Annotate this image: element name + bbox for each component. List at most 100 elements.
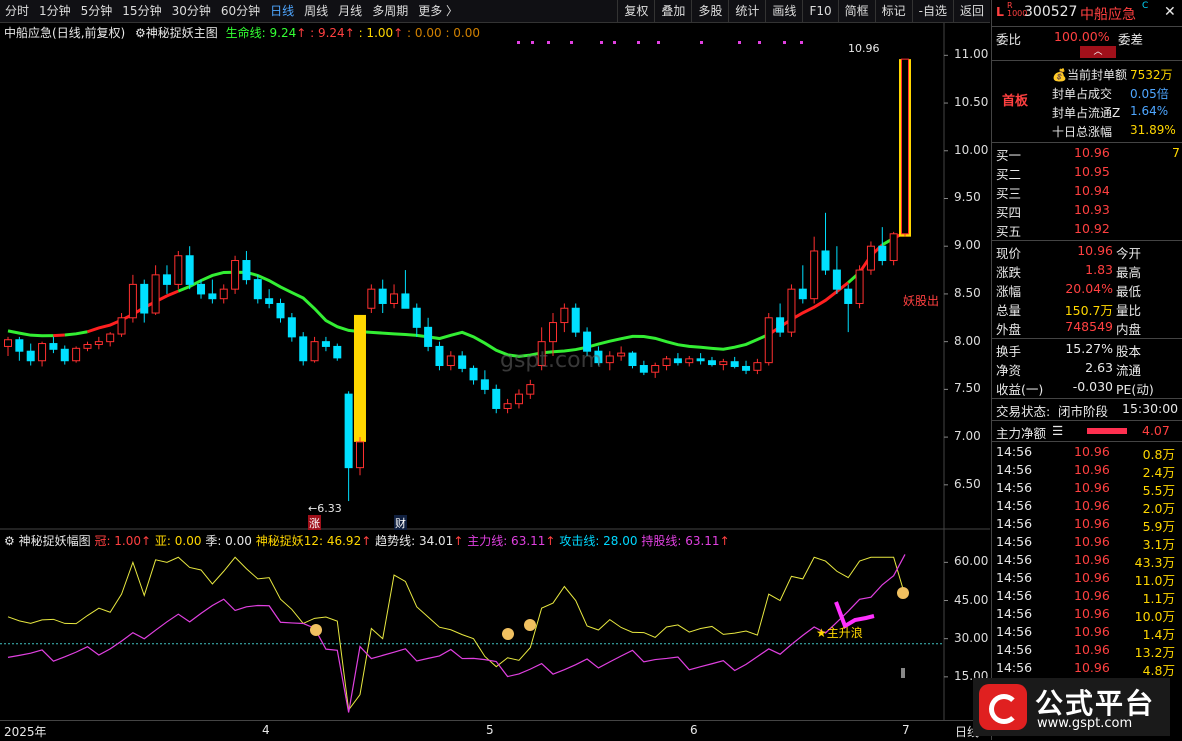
toolbar-button-1[interactable]: 叠加 [654, 0, 691, 22]
signal-dot [547, 41, 550, 44]
tick-time: 14:56 [996, 660, 1033, 675]
period-tab-6[interactable]: 日线 [265, 0, 299, 22]
close-icon[interactable]: ✕ [1164, 4, 1176, 20]
tick-time: 14:56 [996, 480, 1033, 495]
period-tab-2[interactable]: 5分钟 [76, 0, 118, 22]
stock-code-row: L R 1000 300527 中船应急 C ✕ [996, 1, 1176, 23]
sub-indicator-name[interactable]: 神秘捉妖幅图 [19, 534, 91, 548]
period-tab-5[interactable]: 60分钟 [216, 0, 265, 22]
period-tab-8[interactable]: 月线 [333, 0, 367, 22]
toolbar-button-4[interactable]: 画线 [765, 0, 802, 22]
sub-gear-icon[interactable]: ⚙ [4, 534, 15, 548]
period-tab-3[interactable]: 15分钟 [117, 0, 166, 22]
month-5: 5 [486, 723, 494, 737]
price-tick-label: 7.00 [954, 429, 981, 444]
toolbar-button-5[interactable]: F10 [802, 0, 837, 22]
main-indicator-name[interactable]: 神秘捉妖主图 [146, 26, 218, 40]
candle-body [844, 288, 853, 304]
period-tab-0[interactable]: 分时 [0, 0, 34, 22]
quote2-label: 收益(一) [996, 382, 1044, 397]
signal-dot [700, 41, 703, 44]
signal-dot [613, 41, 616, 44]
hold-value: 持股线: 63.11 [641, 534, 720, 548]
gold-bar [353, 314, 366, 442]
quote-value: 1.83 [1085, 262, 1113, 277]
v2-value: : 9.24 [310, 26, 345, 40]
period-tab-1[interactable]: 1分钟 [34, 0, 76, 22]
logo-url: www.gspt.com [1037, 716, 1133, 731]
candle-body [787, 288, 796, 333]
quote-value: 748549 [1065, 319, 1113, 334]
toolbar-button-9[interactable]: 返回 [952, 0, 990, 22]
period-tab-7[interactable]: 周线 [299, 0, 333, 22]
candle-body [321, 341, 330, 347]
volume-tick [901, 668, 905, 678]
candle-body [866, 245, 875, 271]
candle-body [514, 393, 523, 405]
quote-value: 150.7万 [1064, 303, 1113, 318]
signal-dot [517, 41, 520, 44]
candle-body [560, 307, 569, 324]
candle-body [798, 288, 807, 300]
candle-body [242, 260, 251, 281]
bid-row: 买三 10.94 [992, 183, 1182, 201]
toolbar-button-6[interactable]: 简框 [837, 0, 875, 22]
seal-value: 1.64% [1130, 104, 1169, 118]
seal-value: 7532万 [1130, 68, 1173, 82]
candle-body [253, 279, 262, 300]
bid-label: 买四 [996, 205, 1022, 220]
seal-value: 0.05倍 [1130, 87, 1169, 101]
period-tab-4[interactable]: 30分钟 [167, 0, 216, 22]
tick-volume: 2.0万 [1142, 501, 1175, 516]
main-chart-header: 中船应急(日线,前复权) ⚙神秘捉妖主图 生命线: 9.24↑ : 9.24↑ … [4, 26, 481, 40]
candle-body [605, 355, 614, 364]
sub-chart-header: ⚙ 神秘捉妖幅图 冠: 1.00↑ 亚: 0.00 季: 0.00 神秘捉妖12… [4, 534, 730, 548]
seal-label: 封单占流通Z [1052, 106, 1121, 120]
tick-time: 14:56 [996, 516, 1033, 531]
list-icon[interactable]: ☰ [1052, 423, 1063, 438]
candle-body [878, 245, 887, 262]
quote-row: 外盘 748549 内盘 [992, 319, 1182, 337]
collapse-chevron-icon[interactable]: ︿ [1080, 46, 1116, 58]
quote-label-right: 内盘 [1116, 322, 1142, 337]
price-tick-label: 9.00 [954, 238, 981, 253]
stock-title: 中船应急 [4, 26, 53, 40]
candle-body [503, 403, 512, 409]
candle-body [696, 358, 705, 362]
candle-body [855, 269, 864, 304]
yaogu-marker: 妖股出 [903, 294, 940, 308]
bid-price: 10.94 [1074, 183, 1110, 198]
quote-row: 总量 150.7万 量比 [992, 300, 1182, 318]
tick-time: 14:56 [996, 624, 1033, 639]
quote-row: 涨幅 20.04% 最低 [992, 281, 1182, 299]
net-bar [1087, 428, 1127, 434]
toolbar-button-0[interactable]: 复权 [617, 0, 654, 22]
candle-body [333, 345, 342, 359]
period-tab-9[interactable]: 多周期 [367, 0, 413, 22]
cai-marker: 财 [394, 515, 407, 531]
main-kline-chart[interactable] [0, 23, 990, 530]
zy12-value: 神秘捉妖12: 46.92 [255, 534, 362, 548]
tick-volume: 1.1万 [1142, 591, 1175, 606]
main-net-row: 主力净额 ☰ 4.07 [996, 423, 1170, 441]
tick-price: 10.96 [1074, 498, 1110, 513]
main-wave-label: ★主升浪 [816, 626, 863, 640]
quote2-label: 净资 [996, 363, 1022, 378]
toolbar-button-7[interactable]: 标记 [874, 0, 912, 22]
toolbar-button-2[interactable]: 多股 [691, 0, 728, 22]
period-tab-10[interactable]: 更多 〉 [413, 0, 463, 22]
toolbar-button-8[interactable]: -自选 [911, 0, 953, 22]
candle-body [94, 341, 103, 346]
toolbar-button-3[interactable]: 统计 [728, 0, 765, 22]
quote-label: 现价 [996, 246, 1022, 261]
quote2-row: 净资 2.63 流通 [992, 360, 1182, 378]
candle-body [469, 367, 478, 381]
bid-row: 买五 10.92 [992, 221, 1182, 239]
signal-dot [758, 41, 761, 44]
v4-value: : 0.00 : 0.00 [407, 26, 481, 40]
indicator-gear-icon[interactable]: ⚙ [135, 26, 146, 40]
signal-dot [637, 41, 640, 44]
signal-dot [570, 41, 573, 44]
stock-name: 中船应急 [1080, 7, 1136, 23]
tick-row: 14:56 10.96 1.4万 [992, 624, 1182, 642]
